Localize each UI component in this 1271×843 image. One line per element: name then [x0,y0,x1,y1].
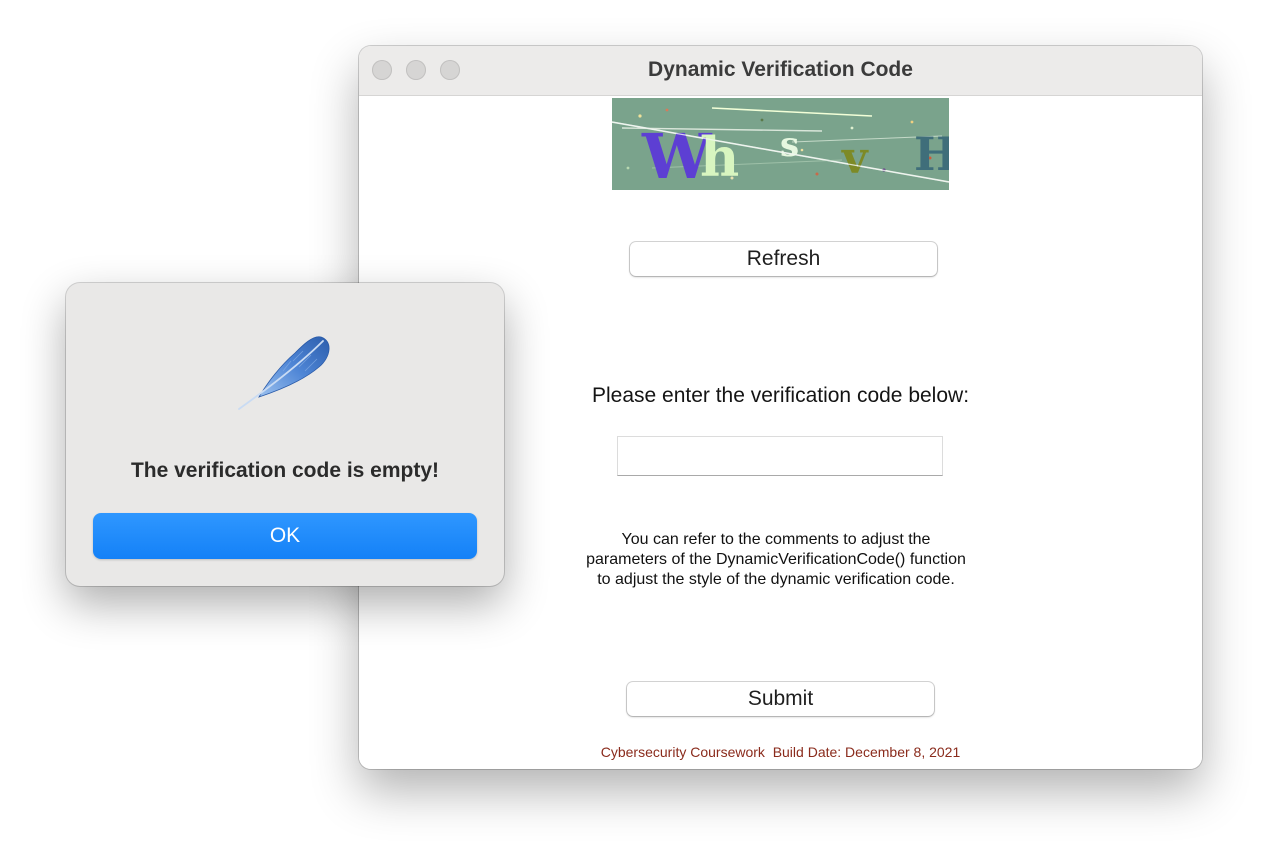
captcha-char-5: H [914,127,949,181]
refresh-button[interactable]: Refresh [630,242,937,276]
desktop: Dynamic Verification Code W h s v H Refr… [0,0,1271,843]
captcha-image: W h s v H [612,98,949,190]
alert-message: The verification code is empty! [130,459,440,482]
captcha-char-2: h [700,125,739,189]
ok-button[interactable]: OK [93,513,477,559]
window-title: Dynamic Verification Code [648,58,913,81]
submit-button[interactable]: Submit [627,682,934,716]
captcha-char-3: s [780,125,799,165]
hint-text: You can refer to the comments to adjust … [586,531,966,588]
title-bar[interactable]: Dynamic Verification Code [359,46,1202,96]
alert-dialog: The verification code is empty! OK [66,283,504,586]
feather-icon [233,331,337,415]
captcha-char-4: v [841,133,869,184]
verification-code-input[interactable] [617,436,943,476]
footer-text: Cybersecurity Coursework Build Date: Dec… [600,744,961,760]
